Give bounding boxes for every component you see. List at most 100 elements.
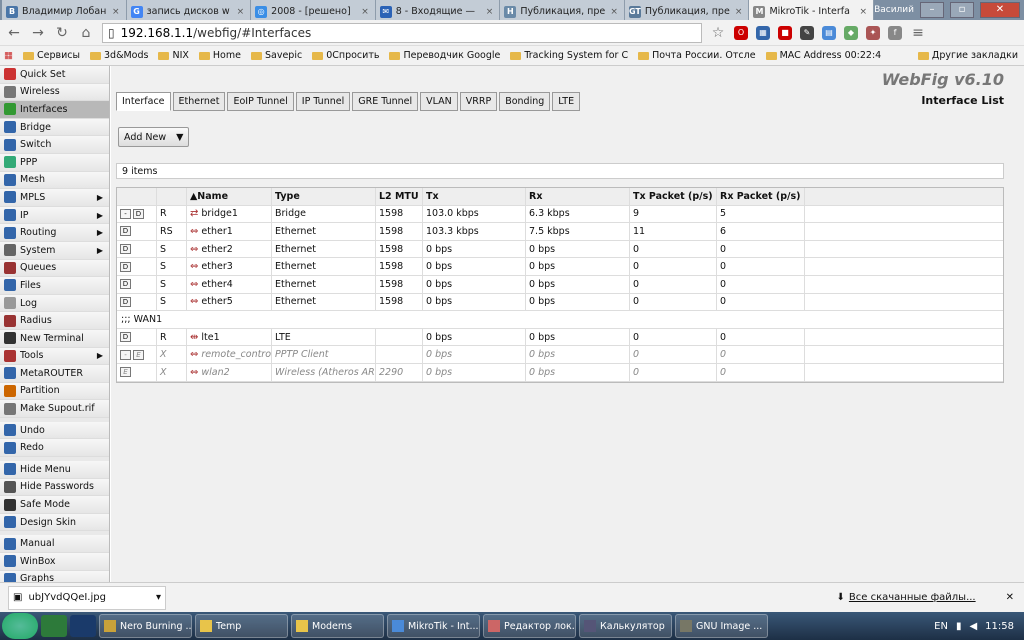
home-icon[interactable]: ⌂	[78, 25, 94, 41]
tab-ethernet[interactable]: Ethernet	[172, 92, 226, 111]
sidebar-item-graphs[interactable]: Graphs	[0, 570, 109, 582]
sidebar-item-new-terminal[interactable]: New Terminal	[0, 329, 109, 348]
table-row[interactable]: D S ⇔ ether2 Ethernet 1598 0 bps 0 bps 0 0	[117, 240, 1003, 259]
column-header[interactable]: Rx Packet (p/s)	[717, 188, 805, 205]
close-tab-icon[interactable]: ×	[361, 7, 369, 17]
sidebar-item-tools[interactable]: Tools ▶	[0, 347, 109, 366]
dynamic-button[interactable]: D	[120, 279, 131, 290]
enable-button[interactable]: E	[120, 367, 131, 378]
remove-button[interactable]: -	[120, 208, 131, 219]
name-cell[interactable]: ⇔ wlan2	[187, 363, 272, 381]
name-cell[interactable]: ⇄ bridge1	[187, 205, 272, 223]
dynamic-button[interactable]: D	[133, 208, 144, 219]
sidebar-item-redo[interactable]: Redo	[0, 439, 109, 458]
table-row[interactable]: - D R ⇄ bridge1 Bridge 1598 103.0 kbps 6.3 kbps 9…	[117, 205, 1003, 224]
sidebar-item-hide-passwords[interactable]: Hide Passwords	[0, 478, 109, 497]
clock[interactable]: 11:58	[985, 621, 1014, 632]
tab-ip-tunnel[interactable]: IP Tunnel	[295, 92, 351, 111]
close-tab-icon[interactable]: ×	[610, 7, 618, 17]
sidebar-item-system[interactable]: System ▶	[0, 241, 109, 260]
maximize-button[interactable]: ▫	[950, 2, 974, 18]
chevron-down-icon[interactable]: ▾	[156, 592, 161, 603]
language-indicator[interactable]: EN	[934, 621, 948, 632]
sidebar-item-manual[interactable]: Manual	[0, 535, 109, 554]
dynamic-button[interactable]: D	[120, 332, 131, 343]
close-tab-icon[interactable]: ×	[112, 7, 120, 17]
browser-tab[interactable]: GT Публикация, пре ×	[624, 0, 750, 20]
star-icon[interactable]: ☆	[710, 25, 726, 41]
table-row[interactable]: E X ⇔ wlan2 Wireless (Atheros AR5 2290 0 bps 0 …	[117, 363, 1003, 382]
column-header[interactable]: Tx Packet (p/s)	[630, 188, 717, 205]
table-row[interactable]: D S ⇔ ether3 Ethernet 1598 0 bps 0 bps 0 0	[117, 258, 1003, 276]
sidebar-item-ip[interactable]: IP ▶	[0, 206, 109, 225]
tab-eoip-tunnel[interactable]: EoIP Tunnel	[227, 92, 294, 111]
bookmark-item[interactable]: Home	[198, 50, 241, 61]
sidebar-item-queues[interactable]: Queues	[0, 259, 109, 278]
shield-icon[interactable]: ◆	[844, 25, 858, 40]
bookmark-item[interactable]: Сервисы	[22, 50, 80, 61]
sidebar-item-partition[interactable]: Partition	[0, 382, 109, 401]
network-icon[interactable]: ▮	[956, 621, 962, 632]
column-header[interactable]: Rx	[526, 188, 630, 205]
lock-icon[interactable]: ■	[778, 25, 792, 40]
sidebar-item-undo[interactable]: Undo	[0, 421, 109, 440]
puzzle-icon[interactable]: ✦	[866, 25, 880, 40]
start-button[interactable]	[2, 613, 38, 639]
browser-tab[interactable]: ✉ 8 - Входящие — ×	[375, 0, 501, 20]
taskbar-item[interactable]: Калькулятор	[579, 614, 672, 638]
terminal-icon[interactable]	[70, 615, 96, 637]
sidebar-item-mpls[interactable]: MPLS ▶	[0, 189, 109, 207]
table-row[interactable]: D S ⇔ ether5 Ethernet 1598 0 bps 0 bps 0 0	[117, 293, 1003, 312]
tab-vlan[interactable]: VLAN	[420, 92, 458, 111]
bookmark-item[interactable]: Почта России. Отсле	[638, 50, 756, 61]
bookmark-item[interactable]: NIX	[158, 50, 189, 61]
user-name[interactable]: Василий	[874, 5, 914, 15]
browser-tab[interactable]: В Владимир Лобан ×	[2, 0, 127, 20]
download-item[interactable]: ▣ ubJYvdQQeI.jpg ▾	[8, 585, 166, 610]
bookmark-item[interactable]: Savepic	[250, 50, 302, 61]
bookmark-item[interactable]: 3d&Mods	[90, 50, 148, 61]
reload-icon[interactable]: ↻	[54, 25, 70, 41]
column-header[interactable]: Type	[272, 188, 376, 205]
sidebar-item-mesh[interactable]: Mesh	[0, 171, 109, 190]
column-header[interactable]: L2 MTU	[376, 188, 423, 205]
sidebar-item-safe-mode[interactable]: Safe Mode	[0, 496, 109, 514]
browser-tab[interactable]: H Публикация, пре ×	[500, 0, 625, 20]
calendar-icon[interactable]: ▤	[822, 25, 836, 40]
browser-tab[interactable]: M MikroTik - Interfa ×	[749, 0, 875, 20]
remove-button[interactable]: -	[120, 349, 131, 360]
opera-icon[interactable]: O	[734, 25, 748, 40]
taskbar-item[interactable]: GNU Image ...	[675, 614, 768, 638]
table-row[interactable]: D RS ⇔ ether1 Ethernet 1598 103.3 kbps 7.5 kbps…	[117, 223, 1003, 241]
apps-icon[interactable]: ▦	[4, 50, 13, 61]
url-input[interactable]: ▯ 192.168.1.1/webfig/#Interfaces	[102, 22, 702, 43]
sidebar-item-radius[interactable]: Radius	[0, 312, 109, 330]
sidebar-item-metarouter[interactable]: MetaROUTER	[0, 365, 109, 383]
name-cell[interactable]: ⇔ ether1	[187, 223, 272, 240]
close-tab-icon[interactable]: ×	[237, 7, 245, 17]
menu-icon[interactable]: ≡	[910, 25, 926, 41]
taskbar-item[interactable]: Nero Burning ...	[99, 614, 192, 638]
browser-tab[interactable]: ◎ 2008 - [решено] ×	[251, 0, 376, 20]
name-cell[interactable]: ⇹ lte1	[187, 328, 272, 346]
sidebar-item-switch[interactable]: Switch	[0, 136, 109, 154]
sidebar-item-design-skin[interactable]: Design Skin	[0, 513, 109, 532]
utorrent-icon[interactable]	[41, 615, 67, 637]
sidebar-item-bridge[interactable]: Bridge	[0, 118, 109, 137]
name-cell[interactable]: ⇔ ether3	[187, 258, 272, 275]
other-bookmarks[interactable]: Другие закладки	[917, 50, 1018, 61]
close-tab-icon[interactable]: ×	[486, 7, 494, 17]
tab-interface[interactable]: Interface	[116, 92, 171, 111]
close-tab-icon[interactable]: ×	[735, 7, 743, 17]
fonts-icon[interactable]: f	[888, 25, 902, 40]
sidebar-item-interfaces[interactable]: Interfaces	[0, 101, 109, 119]
dynamic-button[interactable]: D	[120, 226, 131, 237]
sidebar-item-routing[interactable]: Routing ▶	[0, 224, 109, 242]
taskbar-item[interactable]: Modems	[291, 614, 384, 638]
column-header[interactable]: Tx	[423, 188, 526, 205]
table-row[interactable]: D R ⇹ lte1 LTE 0 bps 0 bps 0 0	[117, 328, 1003, 347]
sidebar-item-ppp[interactable]: PPP	[0, 153, 109, 172]
sidebar-item-make-supout-rif[interactable]: Make Supout.rif	[0, 400, 109, 418]
volume-icon[interactable]: ◀	[969, 621, 977, 632]
bookmark-item[interactable]: Переводчик Google	[389, 50, 500, 61]
